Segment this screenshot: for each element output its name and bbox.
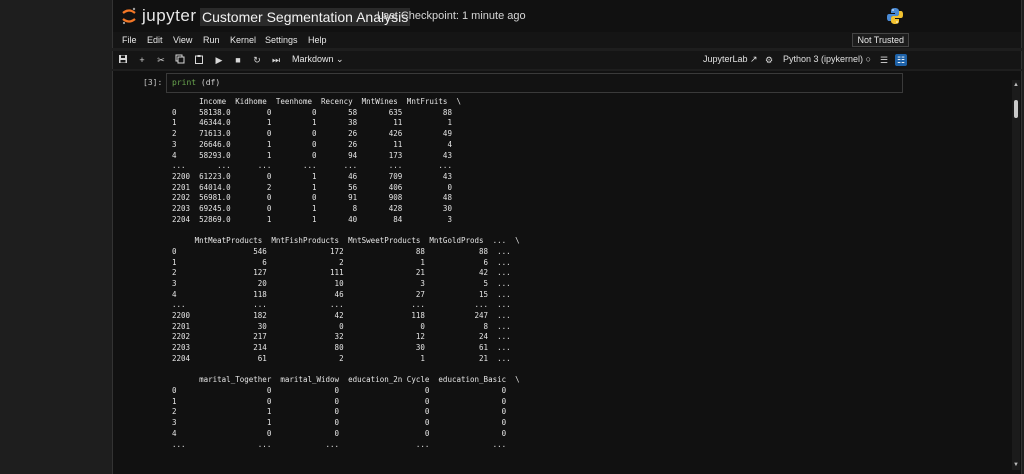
kernel-name: Python 3 (ipykernel) <box>783 54 864 64</box>
browser-frame: jupyter Customer Segmentation Analysis L… <box>0 0 1024 474</box>
output-line: 2203 214 80 30 61 ... <box>172 343 511 353</box>
logo-text: jupyter <box>142 6 197 25</box>
settings-gear-icon[interactable]: ⚙ <box>763 54 775 66</box>
output-line: 2202 217 32 12 24 ... <box>172 332 511 342</box>
output-line: ... ... ... ... ... <box>172 439 507 449</box>
kernel-status[interactable]: Python 3 (ipykernel) ○ <box>783 54 871 64</box>
cell-type-select[interactable]: Markdown ⌄ <box>292 54 344 65</box>
menu-settings[interactable]: Settings <box>265 35 298 45</box>
menu-help[interactable]: Help <box>308 35 327 45</box>
scrollbar[interactable]: ▲ ▼ <box>1012 80 1020 470</box>
cell-prompt: [3]: <box>143 78 163 87</box>
stop-icon[interactable]: ■ <box>232 54 244 66</box>
output-line: 3 1 0 0 0 <box>172 418 507 428</box>
scroll-down-icon[interactable]: ▼ <box>1013 462 1019 468</box>
external-link-icon: ↗ <box>750 54 758 64</box>
property-inspector-icon[interactable]: ☷ <box>895 54 907 66</box>
menu-bar: File Edit View Run Kernel Settings Help … <box>112 32 1022 48</box>
output-line: MntMeatProducts MntFishProducts MntSweet… <box>172 236 520 246</box>
output-line: 4 58293.0 1 0 94 173 43 <box>172 150 452 160</box>
kernel-idle-icon: ○ <box>865 54 871 64</box>
menu-view[interactable]: View <box>173 35 192 45</box>
output-line: 1 6 2 1 6 ... <box>172 257 511 267</box>
menu-kernel[interactable]: Kernel <box>230 35 256 45</box>
output-line: 3 26646.0 1 0 26 11 4 <box>172 139 452 149</box>
fast-forward-icon[interactable]: ⏭ <box>270 54 282 66</box>
output-line: 1 46344.0 1 1 38 11 1 <box>172 118 452 128</box>
output-line: 2200 182 42 118 247 ... <box>172 311 511 321</box>
code-cell-input[interactable]: print (df) <box>166 73 903 93</box>
trust-status[interactable]: Not Trusted <box>852 33 909 47</box>
output-line: ... ... ... ... ... ... ... <box>172 161 452 171</box>
list-icon[interactable]: ☰ <box>878 54 890 66</box>
menu-file[interactable]: File <box>122 35 137 45</box>
run-icon[interactable]: ▶ <box>213 54 225 66</box>
open-jupyterlab-link[interactable]: JupyterLab ↗ <box>703 54 758 65</box>
scroll-thumb[interactable] <box>1014 100 1018 118</box>
cell-output: Income Kidhome Teenhome Recency MntWines… <box>172 97 520 450</box>
save-icon[interactable] <box>117 54 129 66</box>
output-line: 2204 61 2 1 21 ... <box>172 353 511 363</box>
restart-icon[interactable]: ↻ <box>251 54 263 66</box>
output-line: 1 0 0 0 0 <box>172 396 507 406</box>
paste-icon[interactable] <box>193 54 205 66</box>
output-line: 0 0 0 0 0 <box>172 385 507 395</box>
output-line: 2201 30 0 0 8 ... <box>172 321 511 331</box>
output-line: marital_Together marital_Widow education… <box>172 375 520 385</box>
output-line: ... ... ... ... ... ... <box>172 300 511 310</box>
copy-icon[interactable] <box>174 54 186 66</box>
output-line: 2203 69245.0 0 1 8 428 30 <box>172 204 452 214</box>
menu-edit[interactable]: Edit <box>147 35 163 45</box>
add-cell-icon[interactable]: + <box>136 54 148 66</box>
notebook-toolbar: + ✂ ▶ ■ ↻ ⏭ Markdown ⌄ JupyterLab ↗ ⚙ Py… <box>112 51 1022 69</box>
jupyter-logo[interactable]: jupyter <box>121 5 197 27</box>
output-line: 2201 64014.0 2 1 56 406 0 <box>172 182 452 192</box>
chevron-down-icon: ⌄ <box>336 54 344 64</box>
output-line: 2 1 0 0 0 <box>172 407 507 417</box>
output-line: 2 127 111 21 42 ... <box>172 268 511 278</box>
menu-run[interactable]: Run <box>203 35 220 45</box>
output-line: 2200 61223.0 0 1 46 709 43 <box>172 171 452 181</box>
code-args: (df) <box>196 78 221 87</box>
python-kernel-icon <box>887 8 903 24</box>
output-line: 4 118 46 27 15 ... <box>172 289 511 299</box>
jupyterlab-label: JupyterLab <box>703 54 748 64</box>
output-line: 0 58138.0 0 0 58 635 88 <box>172 107 452 117</box>
code-text: print (df) <box>172 78 220 87</box>
cut-icon[interactable]: ✂ <box>155 54 167 66</box>
scroll-up-icon[interactable]: ▲ <box>1013 82 1019 88</box>
output-line: 2204 52869.0 1 1 40 84 3 <box>172 214 452 224</box>
code-keyword: print <box>172 78 197 87</box>
cell-type-label: Markdown <box>292 54 334 64</box>
jupyter-logo-icon <box>122 7 136 25</box>
output-line: 2 71613.0 0 0 26 426 49 <box>172 129 452 139</box>
output-line: 4 0 0 0 0 <box>172 428 507 438</box>
output-line: Income Kidhome Teenhome Recency MntWines… <box>172 97 461 106</box>
output-line: 0 546 172 88 88 ... <box>172 246 511 256</box>
notebook-area: [3]: print (df) Income Kidhome Teenhome … <box>112 71 1022 474</box>
header-bar: jupyter Customer Segmentation Analysis L… <box>112 0 1022 32</box>
output-line: 3 20 10 3 5 ... <box>172 278 511 288</box>
checkpoint-status: Last Checkpoint: 1 minute ago <box>377 10 526 22</box>
output-line: 2202 56981.0 0 0 91 908 48 <box>172 193 452 203</box>
